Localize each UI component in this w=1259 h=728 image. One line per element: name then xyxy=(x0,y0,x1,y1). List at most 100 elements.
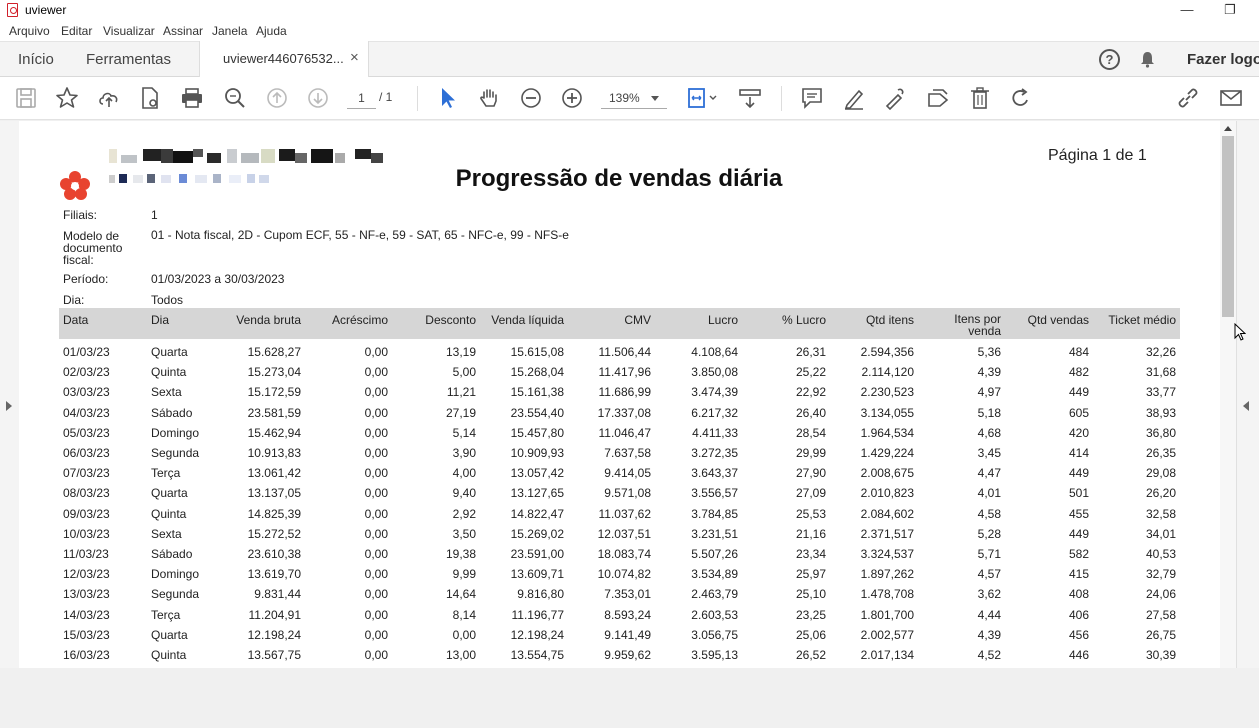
file-settings-icon[interactable] xyxy=(138,86,162,110)
link-icon[interactable] xyxy=(1176,86,1200,110)
tab-document[interactable]: uviewer446076532... × xyxy=(199,41,369,77)
delete-icon[interactable] xyxy=(968,86,992,110)
help-icon[interactable]: ? xyxy=(1099,49,1120,70)
col-header-ticket-medio: Ticket médio xyxy=(1108,313,1176,327)
cell-pct-lucro: 25,06 xyxy=(795,627,826,642)
zoom-in-icon[interactable] xyxy=(560,86,584,110)
app-icon xyxy=(7,3,18,17)
cell-qtd-vendas: 482 xyxy=(1068,365,1089,380)
menu-arquivo[interactable]: Arquivo xyxy=(9,24,50,38)
cell-itens-por-venda: 5,18 xyxy=(977,405,1001,420)
upload-cloud-icon[interactable] xyxy=(97,86,121,110)
filter-value-periodo: 01/03/2023 a 30/03/2023 xyxy=(151,272,285,286)
page-number-input[interactable]: 1 xyxy=(347,88,376,109)
highlight-icon[interactable] xyxy=(842,86,866,110)
cell-venda-bruta: 13.061,42 xyxy=(247,466,301,481)
cell-venda-liquida: 15.268,04 xyxy=(510,365,564,380)
menu-janela[interactable]: Janela xyxy=(212,24,247,38)
tab-document-label: uviewer446076532... xyxy=(223,51,344,66)
cell-qtd-itens: 2.230,523 xyxy=(860,385,914,400)
cell-ticket-medio: 27,58 xyxy=(1145,607,1176,622)
minimize-button[interactable]: — xyxy=(1167,0,1207,21)
cell-dia: Segunda xyxy=(151,446,200,460)
save-icon[interactable] xyxy=(14,86,38,110)
cell-venda-bruta: 13.619,70 xyxy=(247,567,301,582)
cell-ticket-medio: 32,58 xyxy=(1145,506,1176,521)
cell-venda-bruta: 15.628,27 xyxy=(247,345,301,359)
col-header-data: Data xyxy=(63,313,89,327)
page-down-icon[interactable] xyxy=(306,86,330,110)
fit-page-icon[interactable] xyxy=(686,86,720,110)
stamp-icon[interactable] xyxy=(926,86,950,110)
cell-acrescimo: 0,00 xyxy=(364,446,388,460)
cell-acrescimo: 0,00 xyxy=(364,648,388,662)
cell-acrescimo: 0,00 xyxy=(364,587,388,602)
cell-qtd-vendas: 449 xyxy=(1068,466,1089,481)
cell-itens-por-venda: 5,36 xyxy=(977,345,1001,359)
scrollbar-thumb[interactable] xyxy=(1222,136,1234,317)
cell-pct-lucro: 25,97 xyxy=(795,567,826,582)
menu-editar[interactable]: Editar xyxy=(61,24,92,38)
read-mode-icon[interactable] xyxy=(738,86,762,110)
restore-button[interactable]: ❐ xyxy=(1210,0,1250,21)
cell-desconto: 13,00 xyxy=(445,648,476,662)
cell-qtd-vendas: 420 xyxy=(1068,425,1089,440)
cell-qtd-itens: 3.324,537 xyxy=(860,547,914,561)
cell-ticket-medio: 30,39 xyxy=(1145,648,1176,662)
cell-dia: Quarta xyxy=(151,627,188,642)
email-icon[interactable] xyxy=(1219,86,1243,110)
page-up-icon[interactable] xyxy=(265,86,289,110)
cell-data: 04/03/23 xyxy=(63,405,110,420)
cell-itens-por-venda: 4,44 xyxy=(977,607,1001,622)
vertical-scrollbar[interactable] xyxy=(1220,121,1236,668)
cell-qtd-vendas: 415 xyxy=(1068,567,1089,582)
redacted-company-name xyxy=(109,149,391,163)
cell-pct-lucro: 26,31 xyxy=(795,345,826,359)
cell-lucro: 6.217,32 xyxy=(691,405,738,420)
hand-icon[interactable] xyxy=(477,86,501,110)
bell-icon[interactable] xyxy=(1140,51,1155,68)
star-icon[interactable] xyxy=(55,86,79,110)
login-button[interactable]: Fazer logon xyxy=(1187,51,1259,68)
cell-qtd-itens: 2.017,134 xyxy=(860,648,914,662)
cell-cmv: 9.959,62 xyxy=(604,648,651,662)
right-panel-toggle[interactable] xyxy=(1236,121,1259,668)
cell-data: 05/03/23 xyxy=(63,425,110,440)
table-row: 12/03/23 Domingo 13.619,70 0,00 9,99 13.609,7… xyxy=(59,564,1180,584)
cell-ticket-medio: 26,75 xyxy=(1145,627,1176,642)
cell-data: 11/03/23 xyxy=(63,547,109,561)
cell-itens-por-venda: 4,01 xyxy=(977,486,1001,501)
document-viewer: Página 1 de 1 Progressão de vendas diári… xyxy=(0,121,1259,668)
comment-icon[interactable] xyxy=(800,86,824,110)
sign-icon[interactable] xyxy=(884,86,908,111)
rotate-icon[interactable] xyxy=(1009,86,1033,110)
zoom-search-icon[interactable] xyxy=(223,86,247,110)
menu-assinar[interactable]: Assinar xyxy=(163,24,203,38)
cell-cmv: 9.571,08 xyxy=(604,486,651,501)
tab-inicio[interactable]: Início xyxy=(18,51,54,68)
cell-lucro: 3.534,89 xyxy=(691,567,738,582)
menu-ajuda[interactable]: Ajuda xyxy=(256,24,287,38)
company-logo xyxy=(57,169,93,203)
zoom-out-icon[interactable] xyxy=(519,86,543,110)
zoom-select[interactable]: 139% xyxy=(601,88,667,109)
cell-dia: Domingo xyxy=(151,567,200,582)
menu-visualizar[interactable]: Visualizar xyxy=(103,24,155,38)
select-pointer-icon[interactable] xyxy=(436,86,460,110)
col-header-desconto: Desconto xyxy=(425,313,476,327)
left-panel-toggle[interactable] xyxy=(0,121,19,668)
tab-ferramentas[interactable]: Ferramentas xyxy=(86,51,171,68)
print-icon[interactable] xyxy=(180,86,204,110)
table-row: 02/03/23 Quinta 15.273,04 0,00 5,00 15.268,04… xyxy=(59,362,1180,382)
tab-close-icon[interactable]: × xyxy=(350,49,359,66)
cell-dia: Terça xyxy=(151,466,181,481)
cell-pct-lucro: 26,40 xyxy=(795,405,826,420)
cell-data: 08/03/23 xyxy=(63,486,110,501)
cell-qtd-vendas: 408 xyxy=(1068,587,1089,602)
scroll-up-icon[interactable] xyxy=(1224,126,1232,131)
cell-lucro: 3.272,35 xyxy=(691,446,738,460)
col-header-cmv: CMV xyxy=(624,313,651,327)
table-row: 10/03/23 Sexta 15.272,52 0,00 3,50 15.269,02 1… xyxy=(59,524,1180,544)
col-header-pct-lucro: % Lucro xyxy=(781,313,826,327)
cell-dia: Quinta xyxy=(151,648,187,662)
